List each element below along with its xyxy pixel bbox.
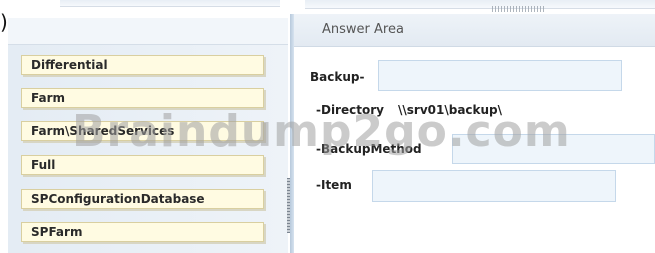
answer-area-title: Answer Area	[322, 22, 404, 37]
top-strip-right	[305, 0, 655, 9]
source-list-header	[8, 18, 288, 45]
answer-area-header: Answer Area	[294, 14, 655, 47]
item-drop-target[interactable]	[372, 170, 616, 202]
source-item-differential[interactable]: Differential	[21, 55, 264, 75]
edge-char: )	[0, 10, 8, 34]
watermark: Braindump2go.com	[72, 106, 571, 157]
top-strip-left	[60, 0, 280, 7]
resize-grip[interactable]	[492, 6, 544, 12]
backup-type-drop-target[interactable]	[378, 60, 622, 91]
source-item-spconfigurationdatabase[interactable]: SPConfigurationDatabase	[21, 189, 264, 209]
item-param-label: -Item	[316, 178, 352, 192]
backup-command-label: Backup-	[310, 70, 365, 84]
source-item-full[interactable]: Full	[21, 155, 264, 175]
source-item-spfarm[interactable]: SPFarm	[21, 222, 264, 242]
source-item-farm[interactable]: Farm	[21, 88, 264, 108]
